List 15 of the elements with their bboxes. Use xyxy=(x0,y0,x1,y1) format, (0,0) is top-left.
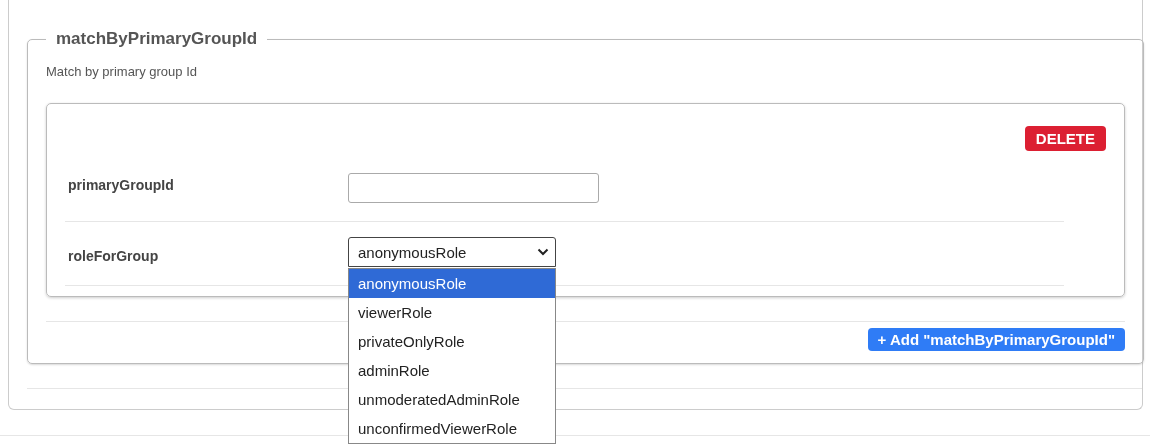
field-label: roleForGroup xyxy=(68,247,160,264)
dropdown-option[interactable]: unconfirmedViewerRole xyxy=(349,414,555,443)
dropdown-option[interactable]: viewerRole xyxy=(349,298,555,327)
select-dropdown[interactable]: anonymousRole xyxy=(348,237,556,267)
field-label: primaryGroupId xyxy=(68,176,175,193)
delete-button[interactable]: DELETE xyxy=(1024,126,1106,151)
dropdown-option[interactable]: anonymousRole xyxy=(349,269,555,298)
fieldset-description: Match by primary group Id xyxy=(46,64,198,79)
add-button[interactable]: + Add "matchByPrimaryGroupId" xyxy=(867,328,1125,351)
dropdown-option[interactable]: adminRole xyxy=(349,356,555,385)
fieldset-legend: matchByPrimaryGroupId xyxy=(46,29,268,49)
dropdown-option[interactable]: unmoderatedAdminRole xyxy=(349,385,555,414)
input-field[interactable] xyxy=(348,173,599,203)
chevron-down-icon xyxy=(537,248,549,256)
dropdown-option[interactable]: privateOnlyRole xyxy=(349,327,555,356)
